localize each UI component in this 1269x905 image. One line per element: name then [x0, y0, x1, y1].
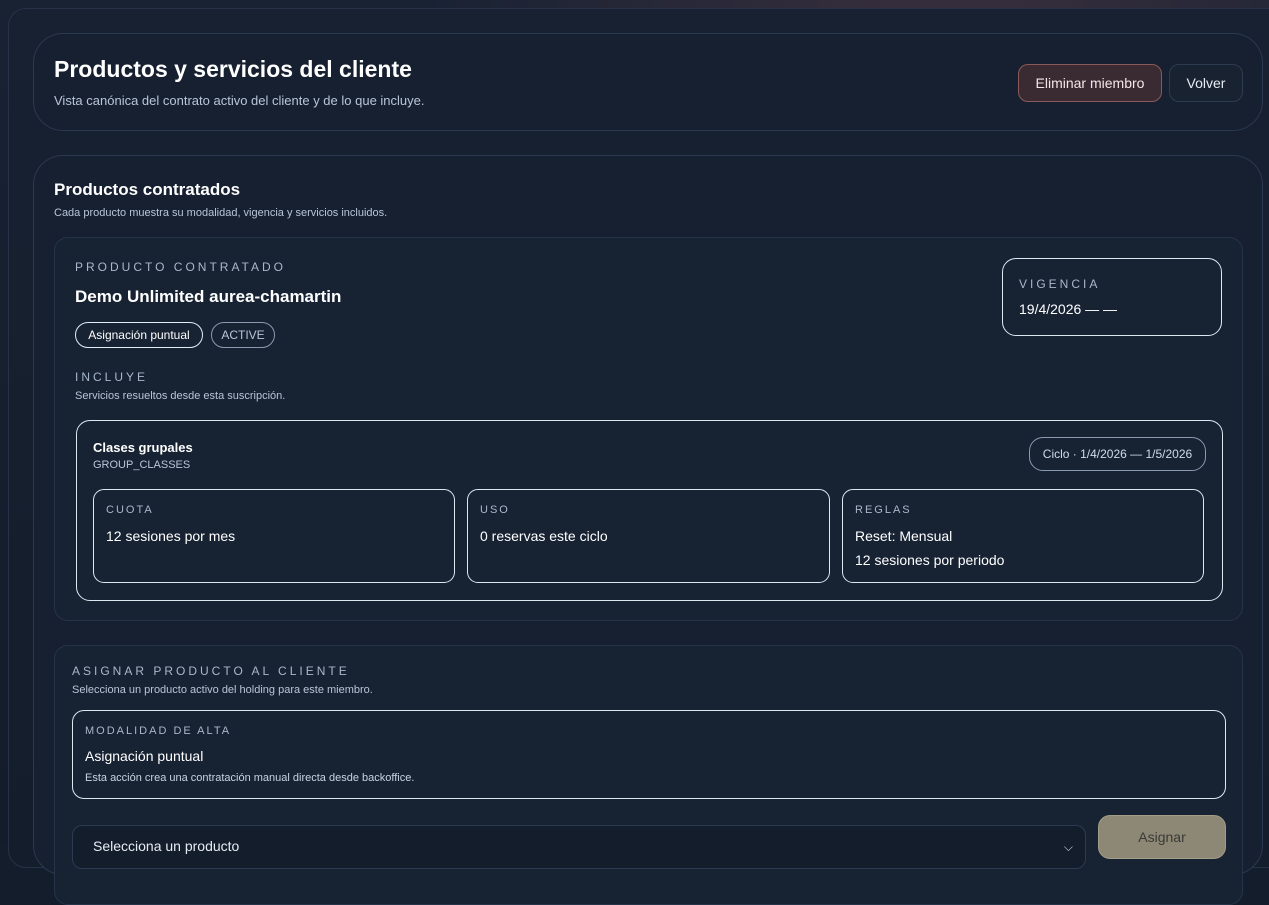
- header-card: Productos y servicios del cliente Vista …: [33, 33, 1263, 131]
- rules-reset: Reset: Mensual: [855, 528, 953, 544]
- usage-value: 0 reservas este ciclo: [480, 528, 608, 544]
- section-subtitle: Cada producto muestra su modalidad, vige…: [54, 207, 388, 219]
- product-card: PRODUCTO CONTRATADO Demo Unlimited aurea…: [54, 237, 1243, 621]
- assign-title: ASIGNAR PRODUCTO AL CLIENTE: [72, 664, 350, 678]
- page-subtitle: Vista canónica del contrato activo del c…: [54, 93, 425, 108]
- product-name: Demo Unlimited aurea-chamartin: [75, 287, 342, 306]
- rules-box: REGLAS Reset: Mensual 12 sesiones por pe…: [842, 489, 1204, 583]
- assign-button[interactable]: Asignar: [1098, 815, 1226, 859]
- modality-value: Asignación puntual: [85, 748, 204, 764]
- modality-tag: Asignación puntual: [75, 322, 203, 348]
- remove-member-button[interactable]: Eliminar miembro: [1018, 64, 1162, 102]
- validity-label: VIGENCIA: [1019, 277, 1101, 291]
- assign-subtitle: Selecciona un producto activo del holdin…: [72, 684, 373, 696]
- product-eyebrow: PRODUCTO CONTRATADO: [75, 260, 287, 274]
- modality-label: MODALIDAD DE ALTA: [85, 725, 232, 737]
- modality-note: Esta acción crea una contratación manual…: [85, 772, 415, 784]
- validity-box: VIGENCIA 19/4/2026 — —: [1002, 258, 1222, 336]
- chevron-down-icon: ⌵: [1063, 840, 1073, 854]
- product-select-placeholder: Selecciona un producto: [93, 838, 240, 854]
- cycle-badge: Ciclo · 1/4/2026 — 1/5/2026: [1029, 437, 1206, 471]
- assign-product-card: ASIGNAR PRODUCTO AL CLIENTE Selecciona u…: [54, 645, 1243, 905]
- page-title: Productos y servicios del cliente: [54, 56, 412, 82]
- service-code: GROUP_CLASSES: [93, 459, 191, 471]
- validity-value: 19/4/2026 — —: [1019, 301, 1118, 317]
- product-select[interactable]: Selecciona un producto ⌵: [72, 825, 1086, 869]
- rules-label: REGLAS: [855, 504, 912, 516]
- includes-subtitle: Servicios resueltos desde esta suscripci…: [75, 390, 286, 402]
- back-button[interactable]: Volver: [1169, 64, 1243, 102]
- usage-label: USO: [480, 504, 510, 516]
- status-badge: ACTIVE: [211, 322, 275, 348]
- usage-box: USO 0 reservas este ciclo: [467, 489, 830, 583]
- rules-sessions: 12 sesiones por periodo: [855, 552, 1005, 568]
- service-card: Clases grupales GROUP_CLASSES Ciclo · 1/…: [76, 420, 1223, 601]
- includes-label: INCLUYE: [75, 370, 149, 384]
- quota-label: CUOTA: [106, 504, 154, 516]
- products-section: Productos contratados Cada producto mues…: [33, 155, 1263, 905]
- modality-box: MODALIDAD DE ALTA Asignación puntual Est…: [72, 710, 1226, 799]
- quota-value: 12 sesiones por mes: [106, 528, 236, 544]
- quota-box: CUOTA 12 sesiones por mes: [93, 489, 455, 583]
- section-title: Productos contratados: [54, 180, 241, 199]
- service-name: Clases grupales: [93, 440, 193, 455]
